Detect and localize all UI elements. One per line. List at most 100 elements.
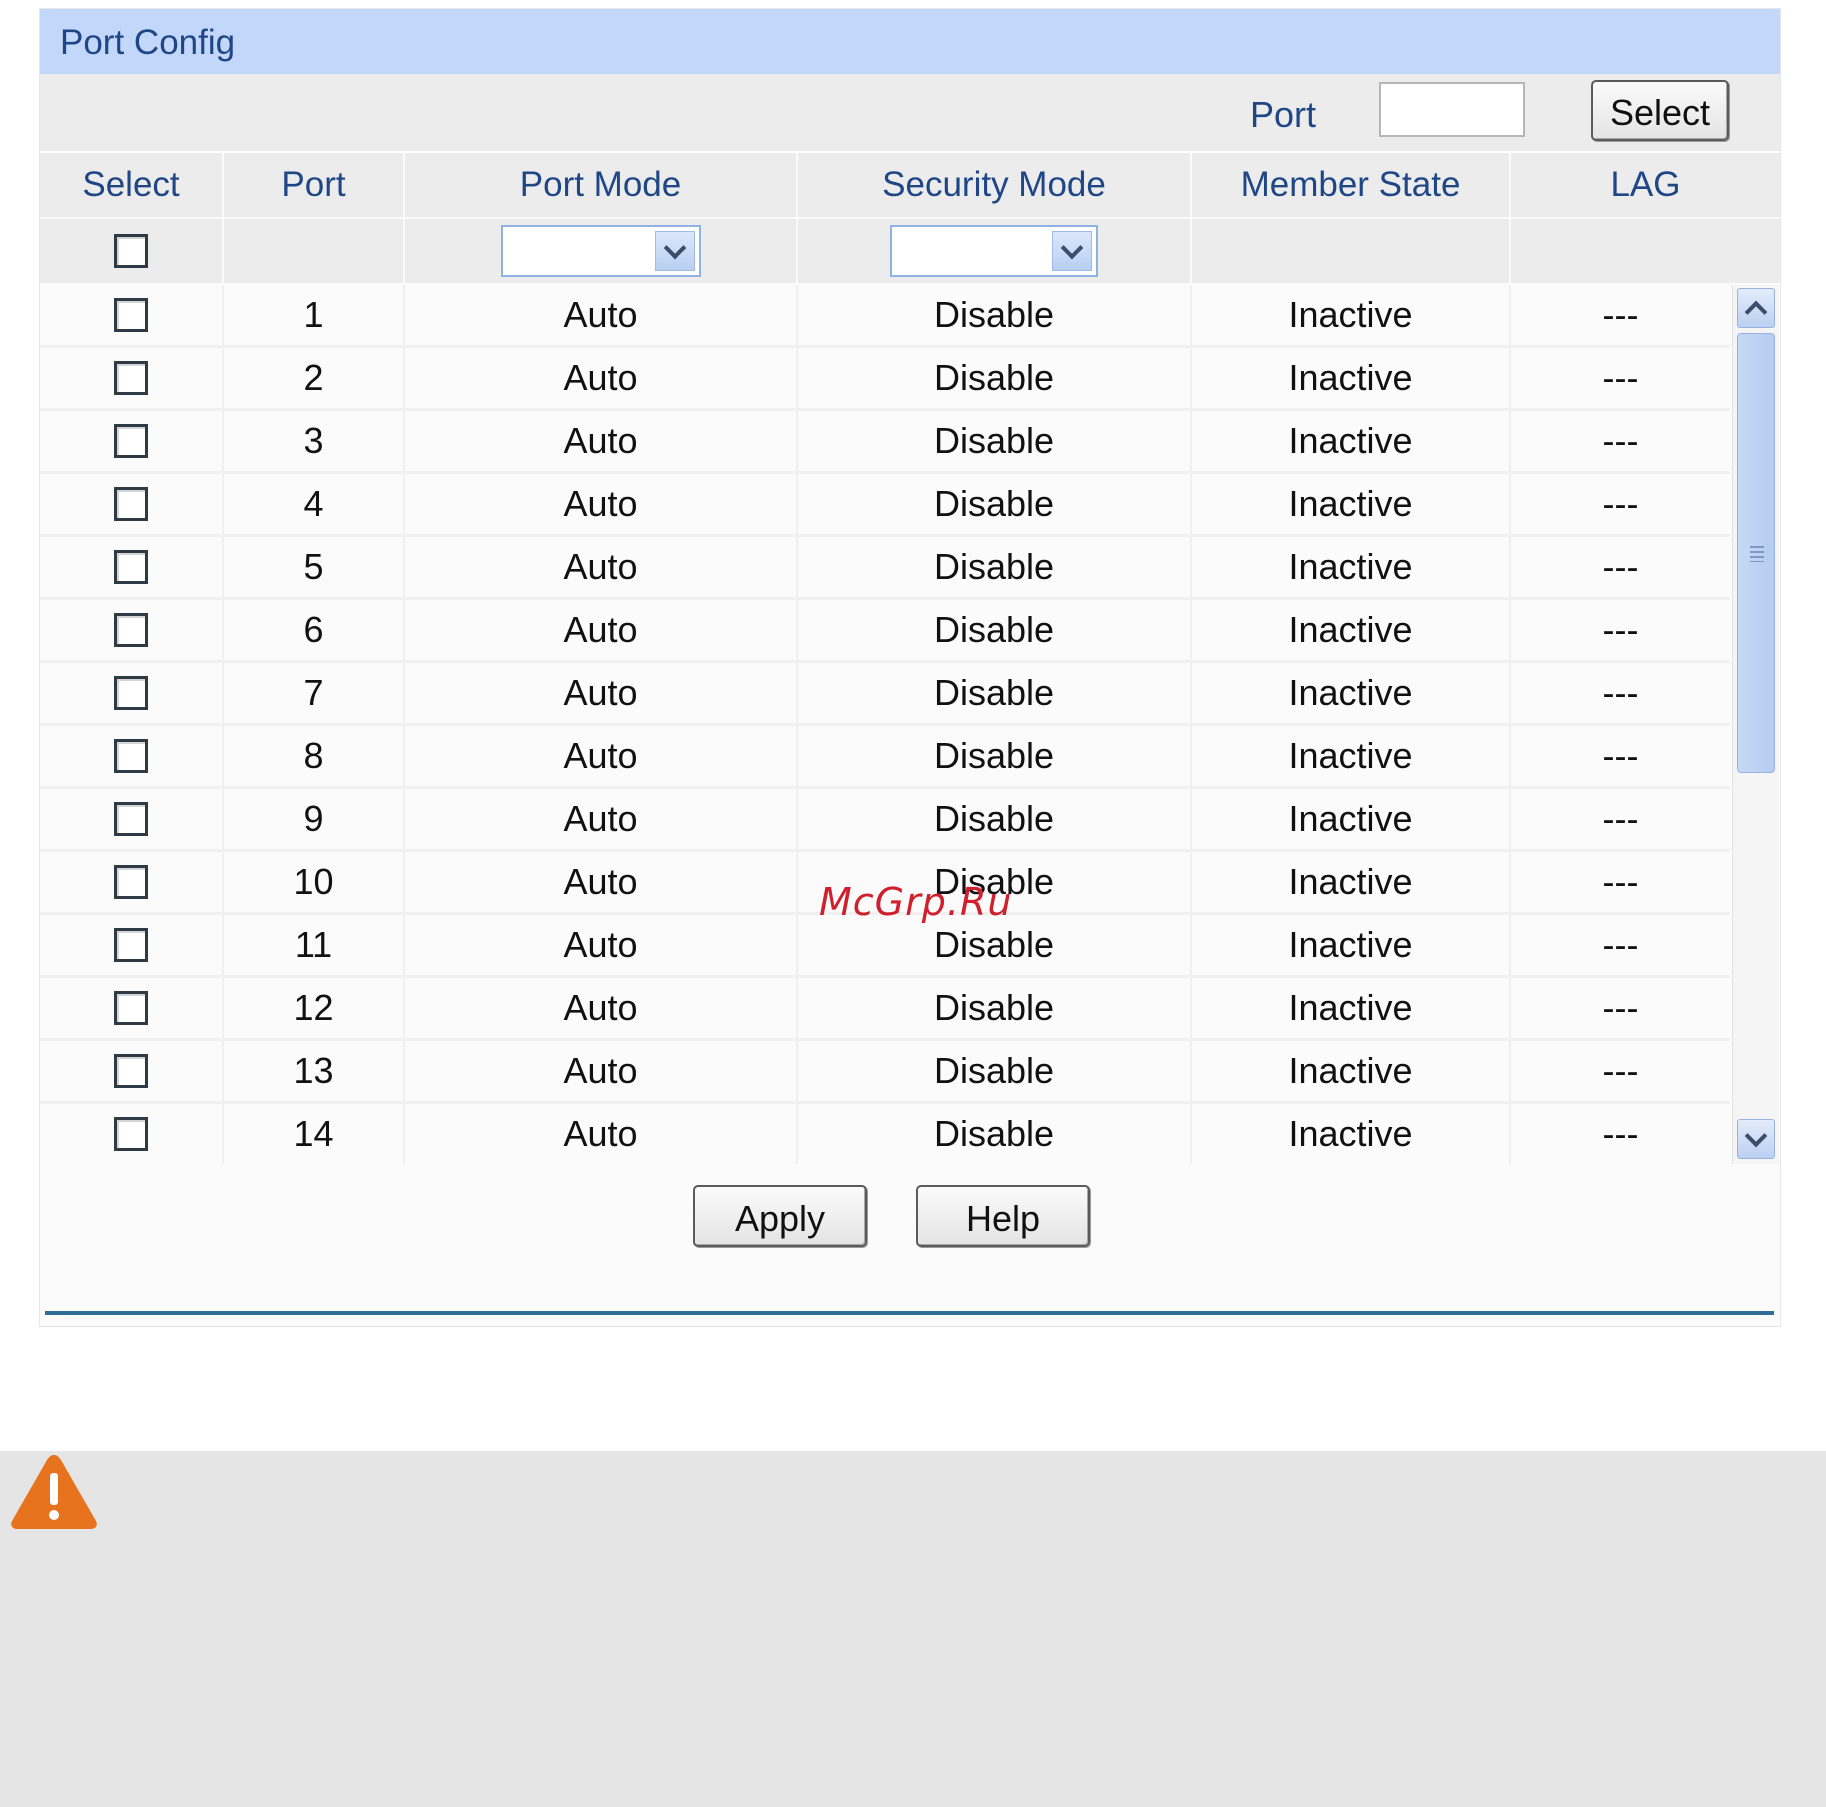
port-mode-value: Auto [405, 1104, 796, 1164]
lag-value: --- [1511, 852, 1730, 912]
security-mode-value: Disable [798, 663, 1190, 723]
help-button[interactable]: Help [916, 1185, 1090, 1247]
table-row: 2 Auto Disable Inactive --- [40, 348, 1730, 408]
row-select-checkbox[interactable] [114, 613, 148, 647]
scroll-thumb[interactable] [1737, 333, 1775, 773]
table-row: 6 Auto Disable Inactive --- [40, 600, 1730, 660]
column-header-security-mode: Security Mode [798, 153, 1190, 217]
lag-value: --- [1511, 915, 1730, 975]
security-mode-value: Disable [798, 537, 1190, 597]
member-state-value: Inactive [1192, 411, 1509, 471]
column-header-port-mode: Port Mode [405, 153, 796, 217]
lag-value: --- [1511, 348, 1730, 408]
row-select-checkbox[interactable] [114, 865, 148, 899]
port-mode-value: Auto [405, 537, 796, 597]
row-select-checkbox[interactable] [114, 424, 148, 458]
grip-icon [1750, 546, 1764, 562]
batch-edit-row [40, 219, 1780, 283]
row-select-checkbox[interactable] [114, 487, 148, 521]
port-number: 8 [224, 726, 403, 786]
port-number: 4 [224, 474, 403, 534]
security-mode-value: Disable [798, 285, 1190, 345]
row-select-checkbox[interactable] [114, 739, 148, 773]
lag-value: --- [1511, 1041, 1730, 1101]
security-mode-value: Disable [798, 1041, 1190, 1101]
security-mode-value: Disable [798, 600, 1190, 660]
port-mode-value: Auto [405, 978, 796, 1038]
lag-value: --- [1511, 285, 1730, 345]
port-mode-value: Auto [405, 411, 796, 471]
port-mode-value: Auto [405, 852, 796, 912]
lag-value: --- [1511, 663, 1730, 723]
select-all-checkbox[interactable] [114, 234, 148, 268]
security-mode-value: Disable [798, 726, 1190, 786]
port-number: 6 [224, 600, 403, 660]
scroll-down-button[interactable] [1737, 1119, 1775, 1159]
member-state-value: Inactive [1192, 978, 1509, 1038]
chevron-down-icon [1744, 1124, 1768, 1148]
port-number: 10 [224, 852, 403, 912]
row-select-checkbox[interactable] [114, 676, 148, 710]
security-mode-value: Disable [798, 978, 1190, 1038]
port-search-input[interactable] [1379, 82, 1525, 137]
port-mode-value: Auto [405, 789, 796, 849]
row-select-checkbox[interactable] [114, 802, 148, 836]
security-mode-value: Disable [798, 789, 1190, 849]
row-select-cell [40, 915, 222, 975]
title-bar: Port Config [40, 9, 1780, 74]
row-select-cell [40, 726, 222, 786]
member-state-value: Inactive [1192, 474, 1509, 534]
row-select-cell [40, 1104, 222, 1164]
chevron-down-icon [654, 231, 695, 271]
lag-value: --- [1511, 1104, 1730, 1164]
table-scrollbar[interactable] [1732, 285, 1779, 1164]
port-search-label: Port [1250, 94, 1317, 135]
port-mode-value: Auto [405, 663, 796, 723]
lag-value: --- [1511, 474, 1730, 534]
port-number: 2 [224, 348, 403, 408]
scroll-up-button[interactable] [1737, 288, 1775, 328]
port-mode-value: Auto [405, 915, 796, 975]
port-mode-value: Auto [405, 726, 796, 786]
table-row: 8 Auto Disable Inactive --- [40, 726, 1730, 786]
row-select-cell [40, 411, 222, 471]
member-state-value: Inactive [1192, 852, 1509, 912]
row-select-checkbox[interactable] [114, 361, 148, 395]
security-mode-value: Disable [798, 1104, 1190, 1164]
chevron-down-icon [1052, 231, 1092, 271]
table-row: 9 Auto Disable Inactive --- [40, 789, 1730, 849]
apply-button[interactable]: Apply [693, 1185, 867, 1247]
lag-value: --- [1511, 726, 1730, 786]
row-select-cell [40, 1041, 222, 1101]
row-select-cell [40, 474, 222, 534]
row-select-checkbox[interactable] [114, 298, 148, 332]
table-row: 1 Auto Disable Inactive --- [40, 285, 1730, 345]
port-table-body: 1 Auto Disable Inactive --- 2 Auto Disable Inact… [40, 285, 1730, 1164]
row-select-checkbox[interactable] [114, 1054, 148, 1088]
row-select-cell [40, 978, 222, 1038]
row-select-checkbox[interactable] [114, 1117, 148, 1151]
table-row: 3 Auto Disable Inactive --- [40, 411, 1730, 471]
lag-value: --- [1511, 978, 1730, 1038]
port-number: 14 [224, 1104, 403, 1164]
table-row: 12 Auto Disable Inactive --- [40, 978, 1730, 1038]
column-header-select: Select [40, 153, 222, 217]
port-mode-value: Auto [405, 1041, 796, 1101]
port-mode-dropdown[interactable] [500, 225, 701, 277]
column-header-lag: LAG [1511, 153, 1780, 217]
port-mode-value: Auto [405, 348, 796, 408]
member-state-value: Inactive [1192, 789, 1509, 849]
row-select-checkbox[interactable] [114, 550, 148, 584]
chevron-up-icon [1744, 300, 1768, 324]
table-row: 11 Auto Disable Inactive --- [40, 915, 1730, 975]
security-mode-dropdown[interactable] [890, 225, 1098, 277]
row-select-checkbox[interactable] [114, 991, 148, 1025]
row-select-checkbox[interactable] [114, 928, 148, 962]
table-header: Select Port Port Mode Security Mode Memb… [40, 153, 1780, 217]
port-number: 12 [224, 978, 403, 1038]
note-area [0, 1451, 1826, 1807]
port-select-button[interactable]: Select [1591, 80, 1729, 141]
lag-value: --- [1511, 537, 1730, 597]
lag-value: --- [1511, 600, 1730, 660]
member-state-value: Inactive [1192, 663, 1509, 723]
